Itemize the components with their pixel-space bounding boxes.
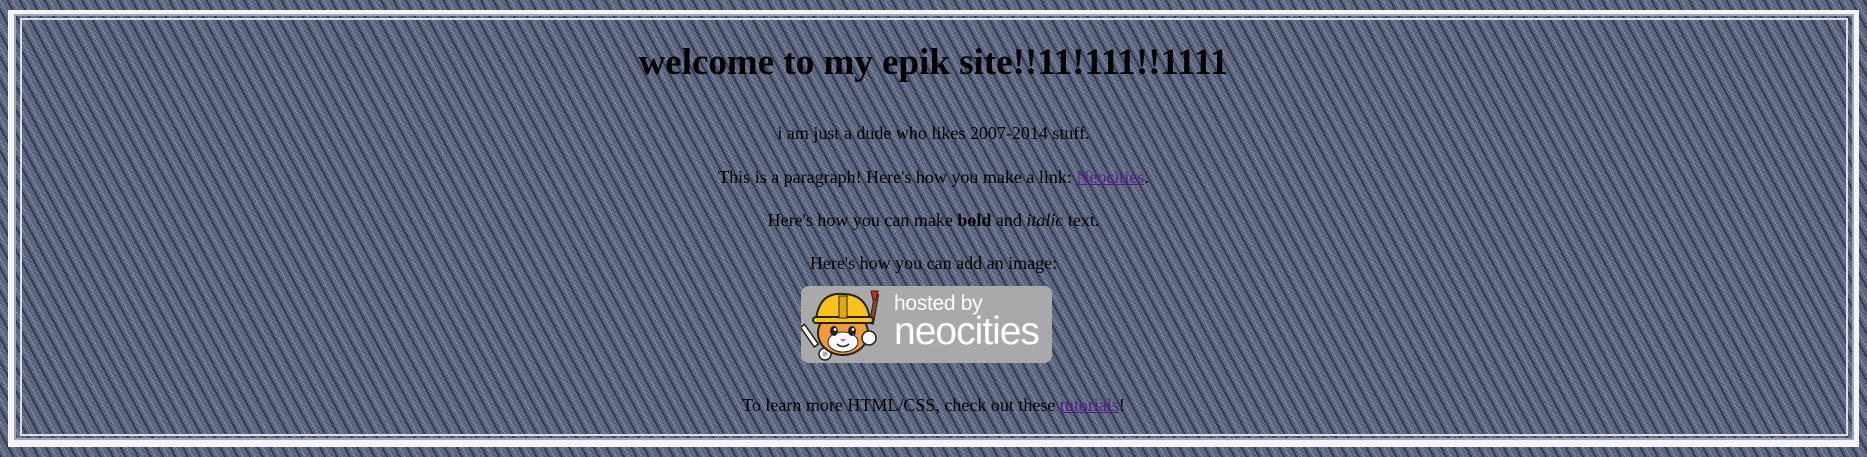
neocities-cat-mascot-icon: [801, 290, 880, 361]
link-paragraph-text: This is a paragraph! Here's how you make…: [718, 167, 1077, 187]
format-paragraph-end: text.: [1063, 210, 1100, 230]
format-paragraph-text: Here's how you can make: [767, 210, 958, 230]
hosted-by-neocities-badge: hosted by neocities: [801, 286, 1052, 363]
format-paragraph: Here's how you can make bold and italic …: [0, 209, 1867, 231]
tutorials-link[interactable]: tutorials: [1060, 395, 1119, 415]
tutorials-paragraph-end: !: [1118, 395, 1125, 415]
page-title: welcome to my epik site!!11!111!!1111: [638, 42, 1229, 83]
link-paragraph: This is a paragraph! Here's how you make…: [0, 166, 1867, 188]
neocities-link[interactable]: Neocities: [1076, 167, 1144, 187]
intro-text: i am just a dude who likes 2007-2014 stu…: [777, 123, 1090, 143]
italic-example: italic: [1026, 210, 1064, 230]
bold-example: bold: [957, 210, 992, 230]
tutorials-paragraph: To learn more HTML/CSS, check out these …: [0, 394, 1867, 416]
badge-neocities-text: neocities: [894, 310, 1040, 353]
link-paragraph-end: .: [1144, 167, 1149, 187]
image-paragraph: Here's how you can add an image:: [809, 253, 1058, 273]
format-paragraph-middle: and: [991, 210, 1027, 230]
tutorials-paragraph-text: To learn more HTML/CSS, check out these: [742, 395, 1060, 415]
